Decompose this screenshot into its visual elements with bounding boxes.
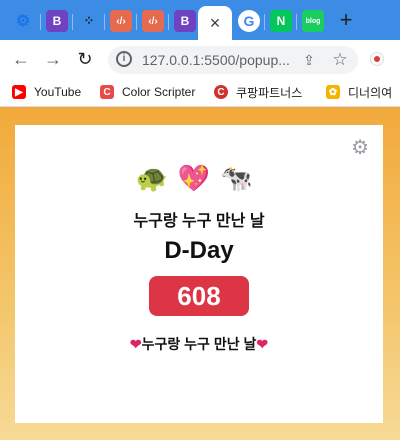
gear-icon[interactable]: ⚙: [351, 135, 369, 160]
page-title: 누구랑 누구 만난 날: [133, 213, 265, 230]
bookmark-label: Color Scripter: [122, 85, 196, 99]
color-scripter-icon: C: [100, 85, 114, 99]
bookmarks-bar: ▶ YouTube C Color Scripter C 쿠팡파트너스 ✿ 디너…: [0, 78, 400, 107]
close-icon[interactable]: ×: [210, 13, 221, 34]
plus-icon: +: [339, 7, 353, 32]
dday-card: ⚙ 🐢💖🐄 누구랑 누구 만난 날 D-Day 608 ❤누구랑 누구 만난 날…: [15, 125, 383, 423]
tab-separator: [72, 14, 73, 30]
tab-separator: [264, 14, 265, 30]
heart-icon: ❤: [129, 336, 142, 352]
bookmark-label: YouTube: [34, 85, 82, 99]
tab-label: B: [180, 14, 190, 28]
google-tab-icon[interactable]: G: [238, 10, 260, 32]
bootstrap-tab[interactable]: B: [46, 10, 68, 32]
dots-tab-icon[interactable]: ⁘: [78, 10, 100, 32]
forward-button[interactable]: →: [42, 48, 64, 70]
bookmark-label: 쿠팡파트너스: [236, 85, 303, 100]
reload-button[interactable]: ↻: [74, 48, 96, 70]
subtitle-text: 누구랑 누구 만난 날: [141, 336, 257, 352]
profile-icon[interactable]: [370, 52, 384, 66]
code-tab-icon[interactable]: ‹/›: [110, 10, 132, 32]
bookmark-coupang[interactable]: C 쿠팡파트너스: [214, 83, 302, 101]
emoji-row: 🐢💖🐄: [135, 163, 263, 193]
bookmark-label: 디너의여: [348, 85, 393, 100]
tab-separator: [296, 14, 297, 30]
new-tab-button[interactable]: +: [334, 7, 358, 32]
youtube-icon: ▶: [12, 85, 26, 99]
dday-count-badge: 608: [149, 276, 249, 316]
info-icon[interactable]: i: [116, 51, 132, 67]
browser-toolbar: ← → ↻ i 127.0.0.1:5500/popup... ⇪ ☆: [0, 40, 400, 78]
blog-tab-icon[interactable]: blog: [302, 10, 324, 32]
bookmark-youtube[interactable]: ▶ YouTube: [12, 83, 81, 101]
coupang-icon: C: [214, 85, 228, 99]
bootstrap-tab[interactable]: B: [174, 10, 196, 32]
dday-heading: D-Day: [164, 237, 234, 264]
page-background: ⚙ 🐢💖🐄 누구랑 누구 만난 날 D-Day 608 ❤누구랑 누구 만난 날…: [0, 107, 400, 440]
bookmark-color-scripter[interactable]: C Color Scripter: [100, 83, 195, 101]
subtitle: ❤누구랑 누구 만난 날❤: [15, 334, 383, 354]
back-button[interactable]: ←: [10, 48, 32, 70]
code-tab-icon[interactable]: ‹/›: [142, 10, 164, 32]
tab-separator: [40, 14, 41, 30]
settings-tab-icon[interactable]: ⚙: [12, 10, 34, 32]
dinner-icon: ✿: [326, 85, 340, 99]
heart-icon: ❤: [256, 336, 269, 352]
tab-separator: [104, 14, 105, 30]
share-icon[interactable]: ⇪: [299, 50, 319, 70]
bookmark-dinner[interactable]: ✿ 디너의여: [326, 83, 392, 101]
url-text[interactable]: 127.0.0.1:5500/popup...: [142, 52, 290, 68]
tab-label: B: [52, 14, 62, 28]
active-tab-close-icon[interactable]: ×: [198, 6, 232, 40]
tab-separator: [136, 14, 137, 30]
address-bar[interactable]: i 127.0.0.1:5500/popup... ⇪ ☆: [108, 46, 358, 74]
tab-separator: [168, 14, 169, 30]
naver-tab-icon[interactable]: N: [270, 10, 292, 32]
tab-strip: ⚙ B ⁘ ‹/› ‹/› B × G N blog +: [0, 0, 400, 40]
star-icon[interactable]: ☆: [329, 49, 351, 71]
